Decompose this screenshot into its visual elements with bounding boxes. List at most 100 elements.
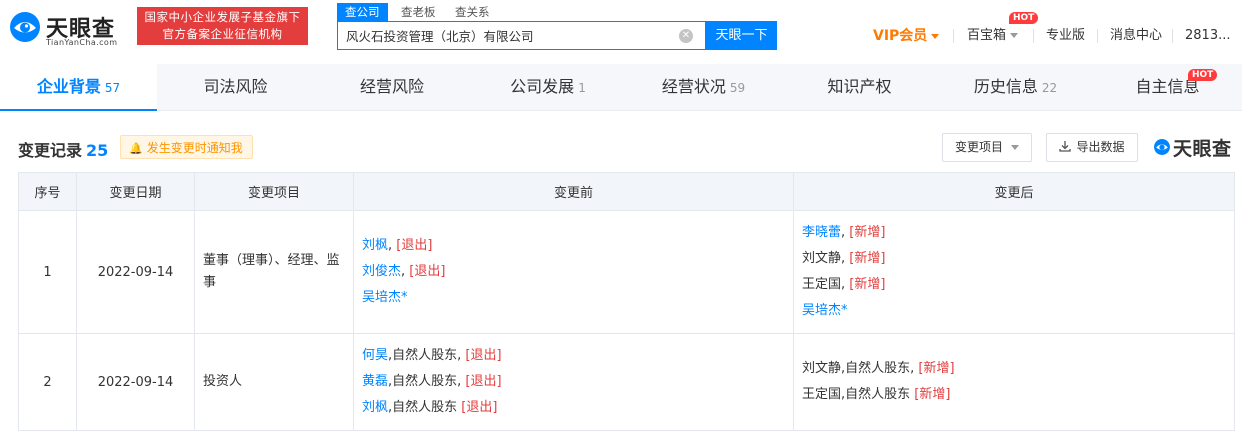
download-icon [1059,141,1072,152]
hot-badge: HOT [1188,69,1218,81]
pro-version-link[interactable]: 专业版 [1046,26,1085,46]
gov-banner-line-1: 国家中小企业发展子基金旗下 [144,10,301,24]
section-title: 变更记录 25 [18,137,108,161]
export-data-button[interactable]: 导出数据 [1046,133,1138,162]
search-tab-company[interactable]: 查公司 [337,3,388,21]
bell-icon: 🔔 [129,142,143,155]
change-entry: 刘文静,自然人股东, [新增] [802,356,1226,382]
person-name: 王定国 [802,387,842,402]
search-button[interactable]: 天眼一下 [706,21,777,50]
tab-operating-status[interactable]: 经营状况 59 [626,64,781,110]
vip-label: VIP会员 [873,28,928,44]
change-entry: 王定国,自然人股东 [新增] [802,382,1226,408]
vip-member-menu[interactable]: VIP会员 [873,26,940,46]
person-link[interactable]: 吴培杰* [362,290,408,305]
entry-detail: , [388,238,393,253]
tab-label: 历史信息 [973,77,1038,96]
row-before-cell: 刘枫, [退出] 刘俊杰, [退出] 吴培杰* [353,210,794,334]
col-header-before: 变更前 [353,172,794,211]
user-account-menu[interactable]: 2813... [1185,26,1230,46]
change-entry: 黄磊,自然人股东, [退出] [362,369,785,395]
entry-detail: ,自然人股东 [388,400,458,415]
change-item-filter[interactable]: 变更项目 [942,133,1032,162]
change-record-table: 序号 变更日期 变更项目 变更前 变更后 1 2022-09-14 董事（理事）… [18,172,1235,431]
col-header-no: 序号 [18,172,77,211]
message-center-link[interactable]: 消息中心 [1110,26,1162,46]
exit-tag: [退出] [465,374,502,389]
tab-count: 22 [1041,81,1058,95]
tab-history-info[interactable]: 历史信息 22 [938,64,1093,110]
section-count: 25 [86,141,109,160]
new-tag: [新增] [849,251,886,266]
search-tab-boss[interactable]: 查老板 [401,3,436,21]
watermark-logo: 天眼查 [1153,134,1235,160]
person-link[interactable]: 刘俊杰 [362,264,401,279]
tab-enterprise-background[interactable]: 企业背景 57 [0,64,157,111]
tab-label: 知识产权 [827,77,892,96]
change-entry: 吴培杰* [362,285,785,311]
change-entry: 刘俊杰, [退出] [362,259,785,285]
tab-company-development[interactable]: 公司发展 1 [470,64,626,110]
tab-judicial-risk[interactable]: 司法风险 [157,64,314,110]
row-change-item: 董事（理事）、经理、监事 [194,210,354,334]
table-header-row: 序号 变更日期 变更项目 变更前 变更后 [18,172,1235,211]
notify-me-button[interactable]: 🔔 发生变更时通知我 [120,135,253,159]
entry-detail: ,自然人股东, [388,374,462,389]
tab-self-info[interactable]: 自主信息 [1093,64,1242,110]
table-row: 2 2022-09-14 投资人 何昊,自然人股东, [退出] 黄磊,自然人股东… [18,333,1235,431]
change-entry: 吴培杰* [802,298,1226,324]
tab-intellectual-property[interactable]: 知识产权 [781,64,938,110]
entry-detail: , [841,225,846,240]
change-entry: 刘枫, [退出] [362,233,785,259]
entry-detail: , [401,264,406,279]
col-header-item: 变更项目 [194,172,354,211]
tab-label: 企业背景 [36,77,101,96]
exit-tag: [退出] [465,348,502,363]
row-before-cell: 何昊,自然人股东, [退出] 黄磊,自然人股东, [退出] 刘枫,自然人股东 [… [353,333,794,431]
entry-detail: , [841,251,846,266]
search-input[interactable] [346,22,676,49]
search-tab-relation[interactable]: 查关系 [455,3,490,21]
tab-label: 经营风险 [359,77,424,96]
treasure-box-menu[interactable]: 百宝箱 [967,26,1019,46]
person-link[interactable]: 刘枫 [362,238,388,253]
row-number: 1 [18,210,77,334]
tab-count: 1 [578,81,586,95]
tab-count: 59 [729,81,746,95]
person-link[interactable]: 李晓蕾 [802,225,841,240]
col-header-date: 变更日期 [76,172,195,211]
logo-domain: TianYanCha.com [46,38,118,47]
search-box: ✕ [337,21,706,50]
nav-divider [953,29,954,43]
new-tag: [新增] [914,387,951,402]
clear-icon[interactable]: ✕ [679,29,693,43]
tab-operating-risk[interactable]: 经营风险 [314,64,470,110]
tab-label: 司法风险 [203,77,268,96]
notify-label: 发生变更时通知我 [146,141,243,155]
person-link[interactable]: 何昊 [362,348,388,363]
eye-logo-icon [10,12,40,42]
change-entry: 刘文静, [新增] [802,246,1226,272]
row-change-item: 投资人 [194,333,354,431]
chevron-down-icon [1011,145,1019,150]
person-name: 王定国 [802,277,842,292]
tab-label: 经营状况 [661,77,726,96]
col-header-after: 变更后 [793,172,1235,211]
row-number: 2 [18,333,77,431]
person-link[interactable]: 吴培杰* [802,303,848,318]
site-logo[interactable]: 天眼查 TianYanCha.com [8,6,130,52]
person-link[interactable]: 黄磊 [362,374,388,389]
entry-detail: ,自然人股东 [841,387,911,402]
filter-label: 变更项目 [954,140,1003,154]
exit-tag: [退出] [461,400,498,415]
exit-tag: [退出] [396,238,433,253]
person-link[interactable]: 刘枫 [362,400,388,415]
gov-banner[interactable]: 国家中小企业发展子基金旗下 官方备案企业征信机构 [137,7,308,45]
main-tab-bar: 企业背景 57 司法风险 经营风险 公司发展 1 经营状况 59 知识产权 历史信息 2… [0,64,1242,111]
change-entry: 王定国, [新增] [802,272,1226,298]
entry-detail: , [841,277,846,292]
nav-divider [1172,29,1173,43]
entry-detail: ,自然人股东, [388,348,462,363]
eye-logo-icon [1154,139,1170,155]
new-tag: [新增] [849,277,886,292]
